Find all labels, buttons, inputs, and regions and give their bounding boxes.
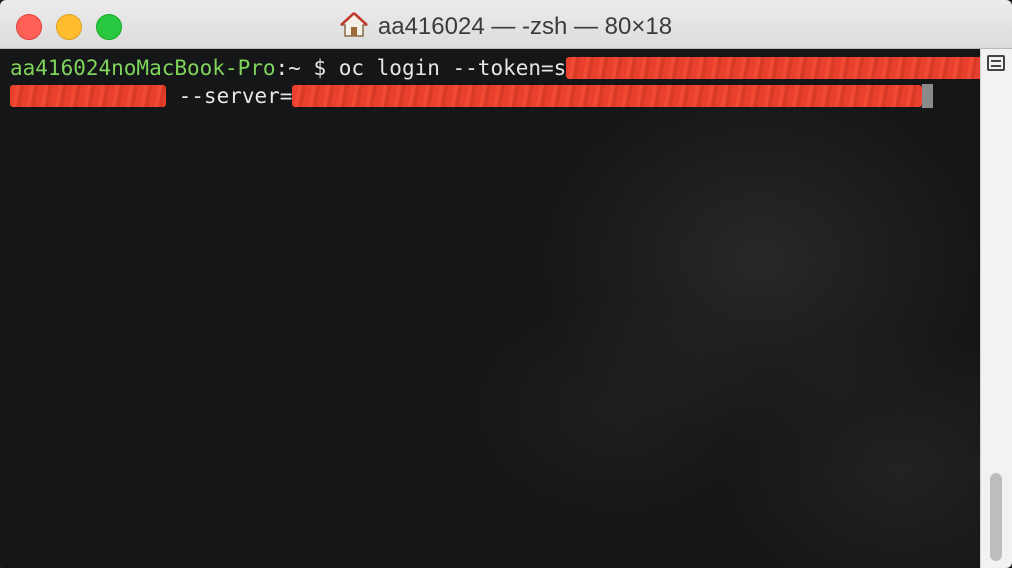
text-cursor: [922, 84, 934, 108]
split-pane-icon[interactable]: [987, 55, 1005, 71]
terminal-window: aa416024 — -zsh — 80×18 aa416024noMacBoo…: [0, 0, 1012, 568]
home-icon: [339, 12, 368, 37]
window-title-area: aa416024 — -zsh — 80×18: [0, 12, 1012, 41]
terminal-content[interactable]: aa416024noMacBook-Pro:~ $ oc login --tok…: [0, 49, 1005, 568]
terminal-line-1: aa416024noMacBook-Pro:~ $ oc login --tok…: [10, 54, 1005, 82]
prompt-host: aa416024noMacBook-Pro: [10, 56, 276, 80]
server-flag: --server=: [166, 84, 293, 108]
title-bar[interactable]: aa416024 — -zsh — 80×18: [0, 0, 1012, 49]
redacted-token: [566, 57, 1005, 79]
redacted-server-url: [292, 85, 923, 107]
command-text: oc login --token=s: [338, 56, 567, 80]
window-title: aa416024 — -zsh — 80×18: [377, 13, 673, 40]
scrollbar-thumb[interactable]: [990, 473, 1002, 561]
prompt-rest: :~ $: [275, 56, 339, 80]
scrollbar[interactable]: [980, 49, 1012, 568]
terminal-line-2: --server=: [10, 82, 934, 110]
redacted-token-continuation: [10, 85, 166, 107]
